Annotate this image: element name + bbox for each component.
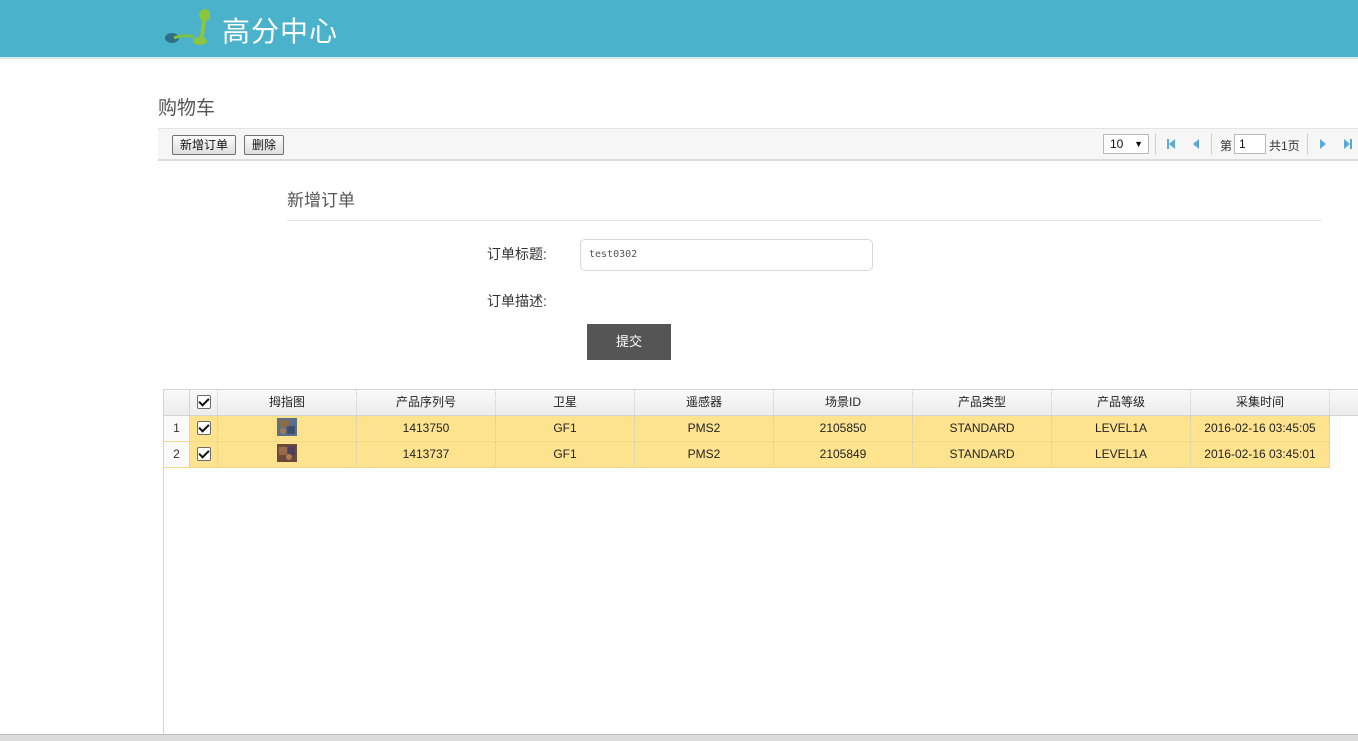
sensor-cell: PMS2 (635, 416, 774, 442)
select-all-header (190, 390, 218, 415)
row-select-cell (190, 416, 218, 442)
order-desc-label: 订单描述: (487, 293, 547, 309)
order-title-label: 订单标题: (487, 246, 547, 262)
select-all-checkbox[interactable] (196, 394, 211, 409)
page-size-value: 10 (1110, 137, 1124, 151)
column-header[interactable]: 拇指图 (218, 390, 357, 415)
column-header[interactable]: 产品序列号 (357, 390, 496, 415)
capture-time-cell: 2016-02-16 03:45:05 (1191, 416, 1330, 442)
cart-grid: 拇指图 产品序列号 卫星 遥感器 场景ID 产品类型 产品等级 采集时间 1 1… (163, 389, 1358, 741)
capture-time-cell: 2016-02-16 03:45:01 (1191, 442, 1330, 468)
satellite-cell: GF1 (496, 416, 635, 442)
logo-icon (165, 9, 210, 45)
row-select-cell (190, 442, 218, 468)
product-level-cell: LEVEL1A (1052, 442, 1191, 468)
page-total: 共1页 (1269, 139, 1300, 153)
row-number-header (164, 390, 190, 415)
thumbnail-image-icon[interactable] (277, 418, 297, 437)
thumbnail-cell (218, 442, 357, 468)
column-header[interactable]: 产品等级 (1052, 390, 1191, 415)
form-section-title: 新增订单 (287, 191, 355, 210)
column-header[interactable]: 采集时间 (1191, 390, 1330, 415)
pager-separator (1211, 133, 1212, 155)
sensor-cell: PMS2 (635, 442, 774, 468)
product-level-cell: LEVEL1A (1052, 416, 1191, 442)
thumbnail-cell (218, 416, 357, 442)
page-prefix: 第 (1220, 139, 1233, 153)
serial-cell: 1413737 (357, 442, 496, 468)
column-header[interactable]: 卫星 (496, 390, 635, 415)
row-checkbox[interactable] (196, 420, 211, 435)
satellite-cell: GF1 (496, 442, 635, 468)
prev-page-icon[interactable] (1191, 138, 1201, 150)
scene-id-cell: 2105850 (774, 416, 913, 442)
dropdown-caret-icon: ▼ (1134, 139, 1143, 149)
table-row[interactable]: 1 1413750 GF1 PMS2 2105850 STANDARD LEVE… (164, 416, 1358, 442)
row-checkbox[interactable] (196, 446, 211, 461)
page-size-select[interactable]: 10 ▼ (1103, 134, 1149, 154)
thumbnail-image-icon[interactable] (277, 444, 297, 463)
grid-header: 拇指图 产品序列号 卫星 遥感器 场景ID 产品类型 产品等级 采集时间 (164, 390, 1358, 416)
table-row[interactable]: 2 1413737 GF1 PMS2 2105849 STANDARD LEVE… (164, 442, 1358, 468)
last-page-icon[interactable] (1343, 138, 1353, 150)
pager-separator (1155, 133, 1156, 155)
product-type-cell: STANDARD (913, 442, 1052, 468)
pager-separator (1307, 133, 1308, 155)
next-page-icon[interactable] (1318, 138, 1328, 150)
order-title-input[interactable]: test0302 (580, 239, 873, 271)
scene-id-cell: 2105849 (774, 442, 913, 468)
delete-button[interactable]: 删除 (244, 135, 285, 155)
app-header: 高分中心 (0, 0, 1358, 59)
column-header[interactable]: 场景ID (774, 390, 913, 415)
add-order-button[interactable]: 新增订单 (172, 135, 237, 155)
page-title: 购物车 (158, 98, 216, 119)
page-number-input[interactable]: 1 (1234, 134, 1266, 154)
grid-toolbar: 新增订单 删除 10 ▼ 第 1 共1页 (158, 128, 1358, 161)
submit-button[interactable]: 提交 (587, 324, 671, 360)
divider (287, 220, 1322, 221)
row-number: 2 (164, 442, 190, 468)
row-number: 1 (164, 416, 190, 442)
first-page-icon[interactable] (1166, 138, 1176, 150)
serial-cell: 1413750 (357, 416, 496, 442)
brand-title: 高分中心 (222, 15, 339, 48)
column-header[interactable]: 产品类型 (913, 390, 1052, 415)
column-header[interactable]: 遥感器 (635, 390, 774, 415)
product-type-cell: STANDARD (913, 416, 1052, 442)
